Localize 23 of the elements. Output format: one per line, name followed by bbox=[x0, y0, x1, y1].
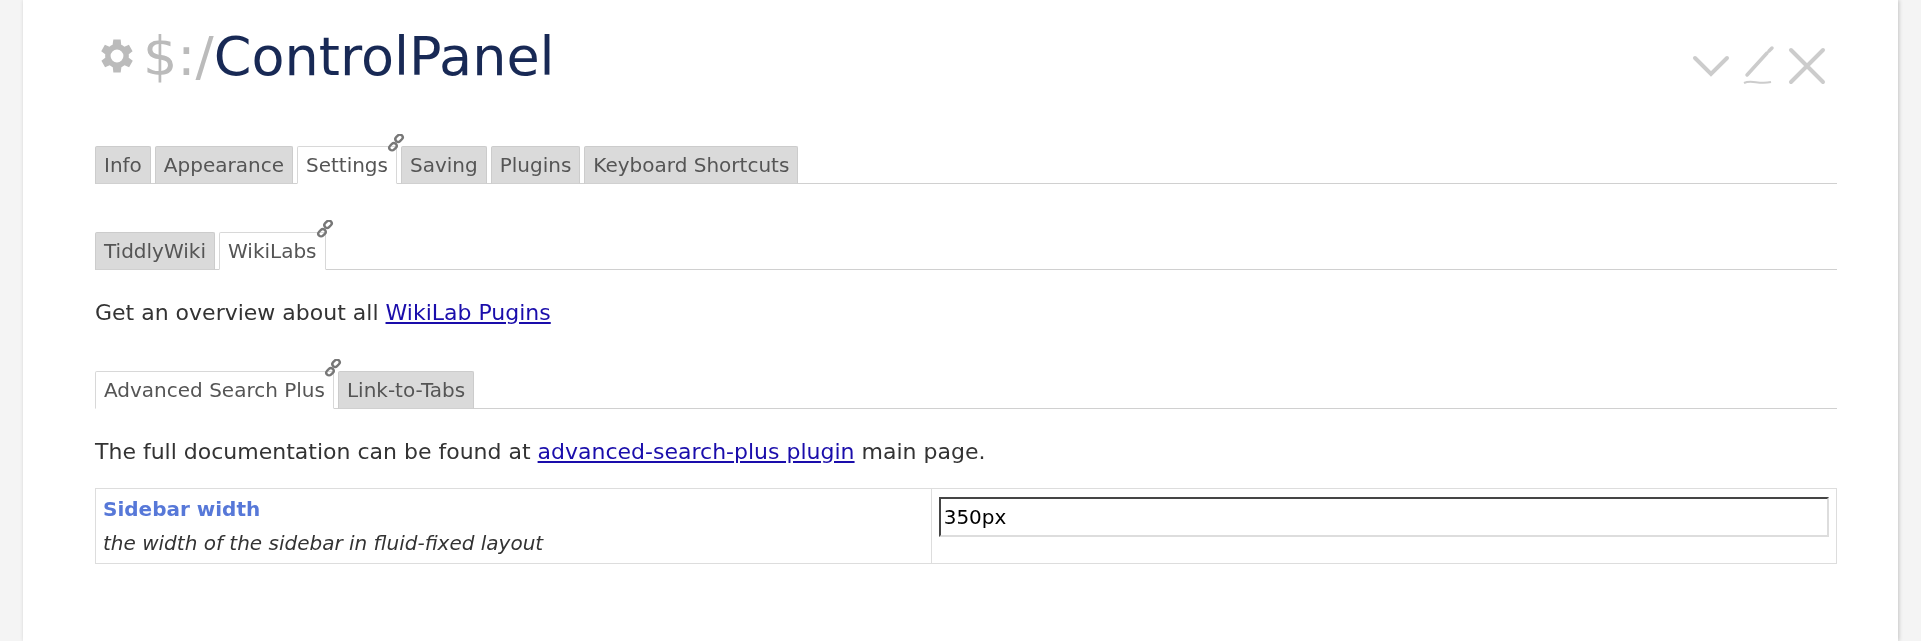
tab[interactable]: Settings bbox=[296, 146, 397, 184]
link-icon bbox=[387, 134, 405, 152]
tab[interactable]: WikiLabs bbox=[219, 232, 326, 270]
close-icon[interactable] bbox=[1787, 46, 1827, 86]
tab[interactable]: Info bbox=[95, 146, 151, 184]
input-field[interactable]: 350px bbox=[938, 497, 1829, 537]
setting-description: the width of the sidebar in fluid-fixed layout bbox=[103, 531, 545, 555]
edit-icon[interactable] bbox=[1741, 45, 1777, 87]
description-text: Get an overview about all WikiLab Pugins bbox=[95, 300, 552, 325]
plugin-link[interactable]: WikiLab Pugins bbox=[385, 300, 551, 325]
link-icon bbox=[323, 359, 342, 377]
link-icon bbox=[315, 220, 334, 238]
description-text: The full documentation can be found at advanced-search-plus plugin main page. bbox=[95, 439, 987, 464]
plugin-link[interactable]: advanced-search-plus plugin bbox=[537, 439, 855, 464]
tab[interactable]: Link-to-Tabs bbox=[337, 371, 475, 409]
tab[interactable]: TiddlyWiki bbox=[95, 232, 215, 270]
tiddler-title: $:/ControlPanel bbox=[143, 24, 555, 88]
setting-name: Sidebar width bbox=[103, 497, 262, 521]
tab[interactable]: Appearance bbox=[154, 146, 293, 184]
tab[interactable]: Advanced Search Plus bbox=[95, 371, 334, 409]
tab[interactable]: Saving bbox=[401, 146, 487, 184]
tab[interactable]: Keyboard Shortcuts bbox=[584, 146, 799, 184]
tab[interactable]: Plugins bbox=[490, 146, 581, 184]
